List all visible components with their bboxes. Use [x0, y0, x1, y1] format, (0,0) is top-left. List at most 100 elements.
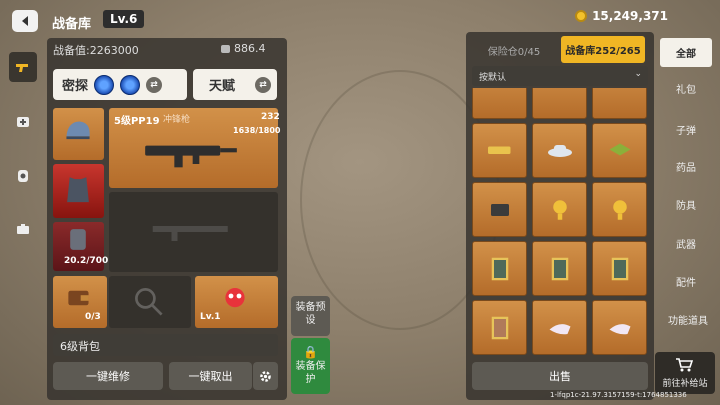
storage-item[interactable]: [592, 123, 647, 178]
magnifier-icon: [135, 288, 163, 316]
storage-item[interactable]: [472, 88, 527, 119]
explore-tab[interactable]: 密探 ⇄: [53, 69, 187, 100]
supply-label: 前往补给站: [662, 379, 708, 389]
pet-slot[interactable]: Lv.1: [195, 276, 278, 328]
badge-item-icon: [487, 146, 510, 154]
safe-box-tab[interactable]: 保险仓0/45: [470, 37, 558, 63]
category-panel: 全部 礼包 子弹 药品 防具 武器 配件 功能道具: [660, 32, 716, 332]
portrait-item-icon: [611, 257, 628, 280]
level-badge: Lv.6: [103, 10, 145, 28]
weapon-type: 冲锋枪: [163, 115, 191, 125]
settings-button[interactable]: [253, 362, 278, 390]
storage-item[interactable]: [532, 300, 587, 355]
category-all[interactable]: 全部: [660, 38, 712, 67]
storage-item[interactable]: [592, 88, 647, 119]
go-supply-station-button[interactable]: 前往补给站: [655, 352, 715, 394]
unload-all-button[interactable]: 一键取出: [169, 362, 252, 390]
armor-vest-icon: [67, 177, 89, 203]
portrait-item-icon: [551, 257, 568, 280]
pet-icon: [225, 288, 245, 308]
category-armor[interactable]: 防具: [660, 190, 712, 219]
explore-label: 密探: [62, 79, 89, 94]
storage-item[interactable]: [532, 182, 587, 237]
medkit-icon: [17, 117, 29, 127]
helmet-icon: [66, 121, 90, 140]
bag-slot[interactable]: 20.2/700: [53, 222, 108, 271]
medal-item-icon: [609, 143, 630, 155]
bag-capacity: 20.2/700: [64, 256, 109, 266]
smg-icon: [145, 145, 237, 168]
storage-tab[interactable]: 战备库252/265: [561, 36, 645, 63]
sidebar-jar-tab[interactable]: [9, 160, 37, 190]
cart-icon: [676, 358, 693, 372]
bag-icon: [70, 229, 86, 250]
primary-weapon-slot[interactable]: 5级PP19 冲锋枪 232 1638/1800: [109, 108, 281, 188]
rifle-placeholder-icon: [152, 226, 228, 241]
sidebar-case-tab[interactable]: [9, 214, 37, 244]
sidebar-medkit-tab[interactable]: [9, 106, 37, 136]
category-medicine[interactable]: 药品: [660, 152, 712, 181]
sort-dropdown[interactable]: 按默认 ⌄: [472, 66, 648, 86]
storage-grid: [472, 88, 648, 358]
storage-item[interactable]: [592, 182, 647, 237]
agent-badge-icon-2: [120, 74, 141, 95]
sort-value: 按默认: [479, 73, 507, 83]
category-attachment[interactable]: 配件: [660, 267, 712, 296]
weight-display: 886.4: [221, 42, 266, 55]
protect-label: 装备保护: [295, 361, 326, 385]
page-title: 战备库: [52, 17, 92, 32]
talent-tab[interactable]: 天赋 ⇄: [193, 69, 277, 100]
lock-icon: 🔒: [303, 345, 318, 359]
gun-icon: [16, 64, 28, 72]
storage-item[interactable]: [472, 300, 527, 355]
agent-badge-icon: [94, 74, 115, 95]
gear-icon: [260, 370, 271, 382]
coin-icon: [575, 10, 588, 22]
backpack-slot[interactable]: 0/3: [53, 276, 107, 328]
power-value: 战备值:2263000: [53, 44, 139, 57]
armor-slot[interactable]: [53, 164, 104, 218]
pet-level: Lv.1: [200, 312, 221, 322]
secondary-weapon-slot[interactable]: [109, 192, 278, 272]
sidebar-weapon-tab[interactable]: [9, 52, 37, 82]
melee-slot[interactable]: [109, 276, 191, 328]
portrait-item-icon: [491, 257, 508, 280]
device-item-icon: [490, 203, 509, 216]
category-functional[interactable]: 功能道具: [660, 305, 716, 334]
trophy-item-icon: [552, 199, 567, 220]
currency-display: 15,249,371: [575, 9, 668, 23]
backpack-count: 0/3: [85, 312, 101, 322]
glove-item-icon: [549, 323, 570, 334]
repair-all-button[interactable]: 一键维修: [53, 362, 163, 390]
trophy-item-icon: [612, 199, 627, 220]
storage-item[interactable]: [532, 123, 587, 178]
category-ammo[interactable]: 子弹: [660, 115, 712, 144]
left-sidebar: [9, 52, 37, 262]
weapon-durability: 1638/1800: [233, 126, 281, 135]
back-arrow-icon: [22, 16, 28, 26]
helmet-slot[interactable]: [53, 108, 104, 160]
storage-item[interactable]: [472, 123, 527, 178]
cap-item-icon: [547, 144, 572, 157]
storage-item[interactable]: [472, 241, 527, 296]
currency-amount: 15,249,371: [592, 9, 668, 23]
storage-item[interactable]: [472, 182, 527, 237]
equipment-preset-button[interactable]: 装备预设: [291, 296, 330, 336]
weapon-name: 5级PP19: [114, 116, 160, 127]
swap-icon[interactable]: ⇄: [146, 76, 163, 93]
weight-icon: [221, 44, 230, 53]
storage-item[interactable]: [592, 241, 647, 296]
category-weapon[interactable]: 武器: [660, 229, 712, 258]
storage-item[interactable]: [592, 300, 647, 355]
equipment-protect-button[interactable]: 🔒 装备保护: [291, 338, 330, 394]
category-gift[interactable]: 礼包: [660, 74, 712, 103]
glove-item-icon: [609, 323, 630, 334]
backpack-name-bar: 6级背包: [53, 334, 278, 356]
back-button[interactable]: [12, 10, 38, 32]
storage-item[interactable]: [532, 88, 587, 119]
swap-icon-talent[interactable]: ⇄: [255, 76, 272, 93]
case-icon: [17, 224, 29, 234]
storage-item[interactable]: [532, 241, 587, 296]
sell-button[interactable]: 出售: [472, 362, 648, 390]
wallet-icon: [68, 290, 89, 306]
